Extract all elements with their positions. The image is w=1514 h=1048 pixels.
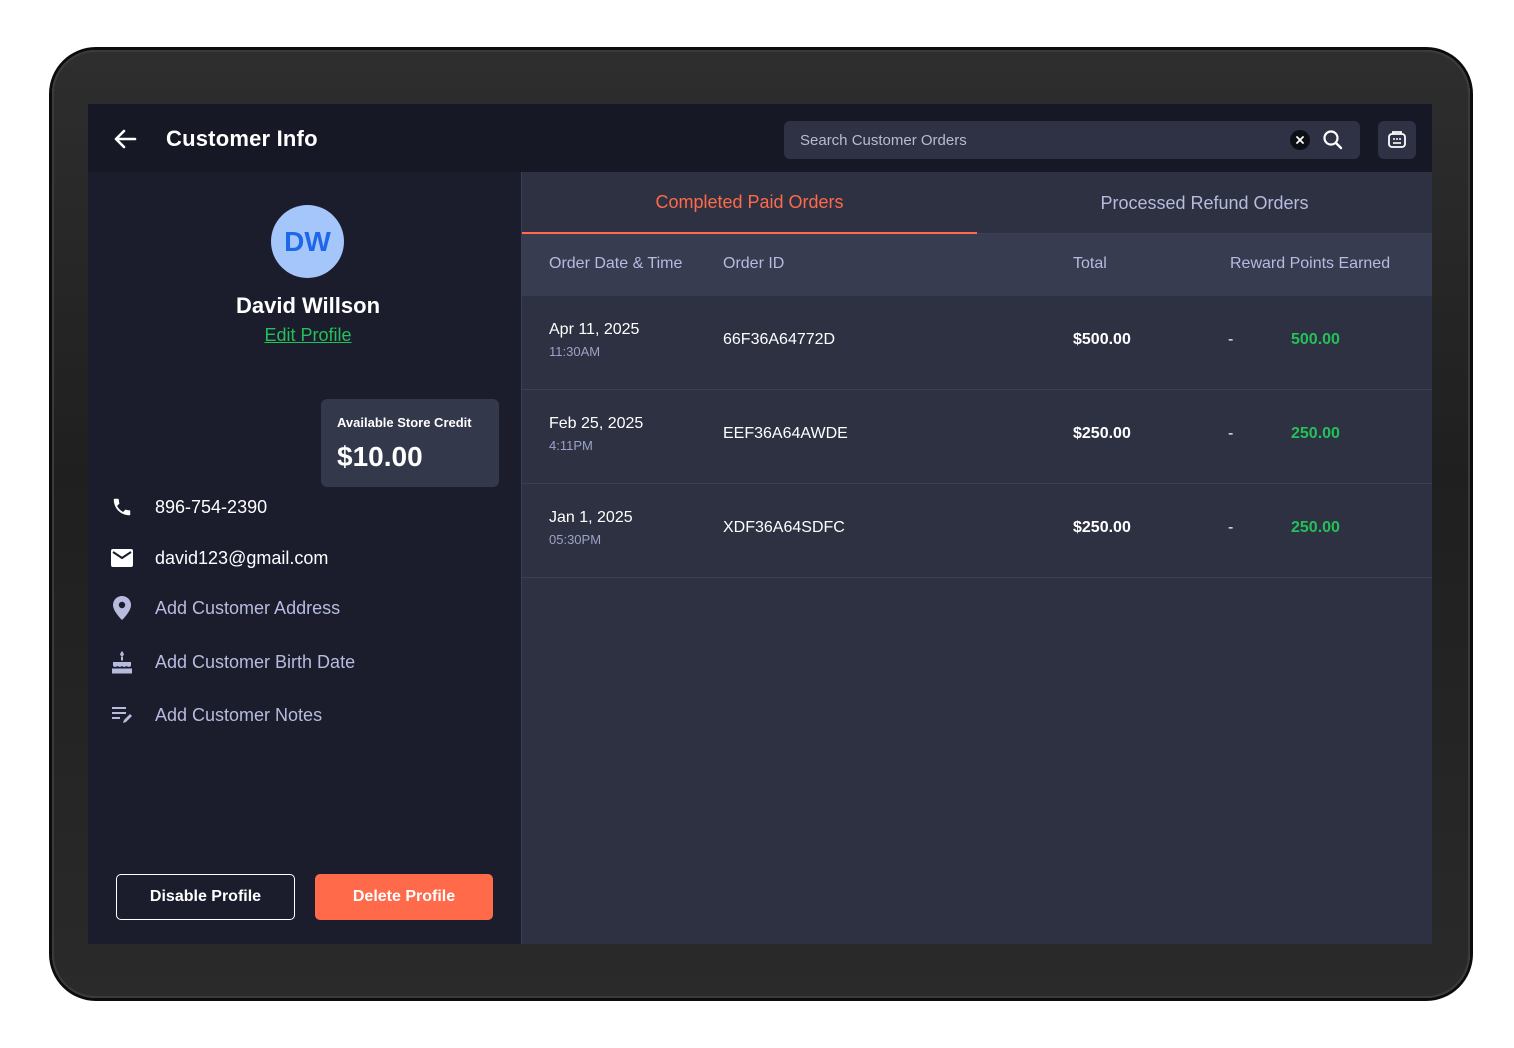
column-header-order-id: Order ID: [723, 255, 785, 272]
table-header: Order Date & Time Order ID Total Reward …: [522, 234, 1432, 296]
search-icon[interactable]: [1322, 129, 1344, 151]
mail-icon: [110, 546, 134, 570]
points-separator: -: [1228, 425, 1234, 442]
points-separator: -: [1228, 331, 1234, 348]
reward-points: 500.00: [1291, 331, 1340, 348]
column-header-reward-points: Reward Points Earned: [1230, 255, 1391, 272]
email-row: david123@gmail.com: [110, 543, 328, 573]
orders-panel: Completed Paid Orders Processed Refund O…: [521, 172, 1432, 944]
order-tabs: Completed Paid Orders Processed Refund O…: [522, 172, 1432, 234]
phone-number: 896-754-2390: [155, 496, 268, 517]
store-credit-value: $10.00: [337, 441, 423, 472]
add-notes-row[interactable]: Add Customer Notes: [110, 700, 322, 730]
store-credit-label: Available Store Credit: [337, 415, 472, 430]
order-id: XDF36A64SDFC: [723, 519, 845, 536]
order-time: 4:11PM: [549, 438, 593, 453]
add-notes-label[interactable]: Add Customer Notes: [155, 705, 322, 726]
order-date: Apr 11, 2025: [549, 321, 640, 338]
edit-profile-link[interactable]: Edit Profile: [88, 325, 528, 346]
search-bar: [784, 121, 1360, 159]
table-row[interactable]: Apr 11, 2025 11:30AM 66F36A64772D $500.0…: [522, 296, 1432, 390]
email-address: david123@gmail.com: [155, 547, 329, 568]
order-total: $250.00: [1073, 425, 1131, 442]
table-row[interactable]: Jan 1, 2025 05:30PM XDF36A64SDFC $250.00…: [522, 484, 1432, 578]
phone-icon: [110, 495, 134, 519]
add-birth-date-row[interactable]: Add Customer Birth Date: [110, 647, 355, 677]
reward-points: 250.00: [1291, 519, 1340, 536]
order-id: 66F36A64772D: [723, 331, 836, 348]
add-birth-date-label[interactable]: Add Customer Birth Date: [155, 652, 355, 673]
order-time: 05:30PM: [549, 532, 602, 547]
cake-icon: [110, 650, 134, 674]
add-address-label[interactable]: Add Customer Address: [155, 598, 340, 619]
order-time: 11:30AM: [549, 344, 601, 359]
search-input[interactable]: [784, 121, 1284, 159]
phone-row: 896-754-2390: [110, 492, 267, 522]
order-total: $250.00: [1073, 519, 1131, 536]
app-screen: Customer Info DW David Willson Edit Prof…: [88, 104, 1432, 944]
points-separator: -: [1228, 519, 1234, 536]
customer-name: David Willson: [235, 293, 381, 318]
column-header-total: Total: [1073, 255, 1107, 272]
location-pin-icon: [110, 596, 134, 620]
clear-icon[interactable]: [1290, 130, 1310, 150]
order-id: EEF36A64AWDE: [723, 425, 848, 442]
tab-completed-paid-orders[interactable]: Completed Paid Orders: [522, 172, 977, 234]
store-credit-card: Available Store Credit $10.00: [321, 399, 499, 487]
back-arrow-icon[interactable]: [110, 124, 140, 154]
order-date: Jan 1, 2025: [549, 509, 633, 526]
order-date: Feb 25, 2025: [549, 415, 644, 432]
customer-panel: DW David Willson Edit Profile Available …: [88, 172, 520, 944]
add-address-row[interactable]: Add Customer Address: [110, 593, 340, 623]
column-header-date: Order Date & Time: [549, 255, 683, 272]
edit-notes-icon: [110, 703, 134, 727]
cash-register-icon[interactable]: [1378, 121, 1416, 159]
avatar: DW: [271, 205, 344, 278]
page-title: Customer Info: [166, 126, 318, 151]
tab-processed-refund-orders[interactable]: Processed Refund Orders: [977, 172, 1432, 234]
top-bar: Customer Info: [88, 104, 1432, 172]
order-total: $500.00: [1073, 331, 1131, 348]
delete-profile-button[interactable]: Delete Profile: [315, 874, 493, 920]
table-row[interactable]: Feb 25, 2025 4:11PM EEF36A64AWDE $250.00…: [522, 390, 1432, 484]
reward-points: 250.00: [1291, 425, 1340, 442]
disable-profile-button[interactable]: Disable Profile: [116, 874, 295, 920]
